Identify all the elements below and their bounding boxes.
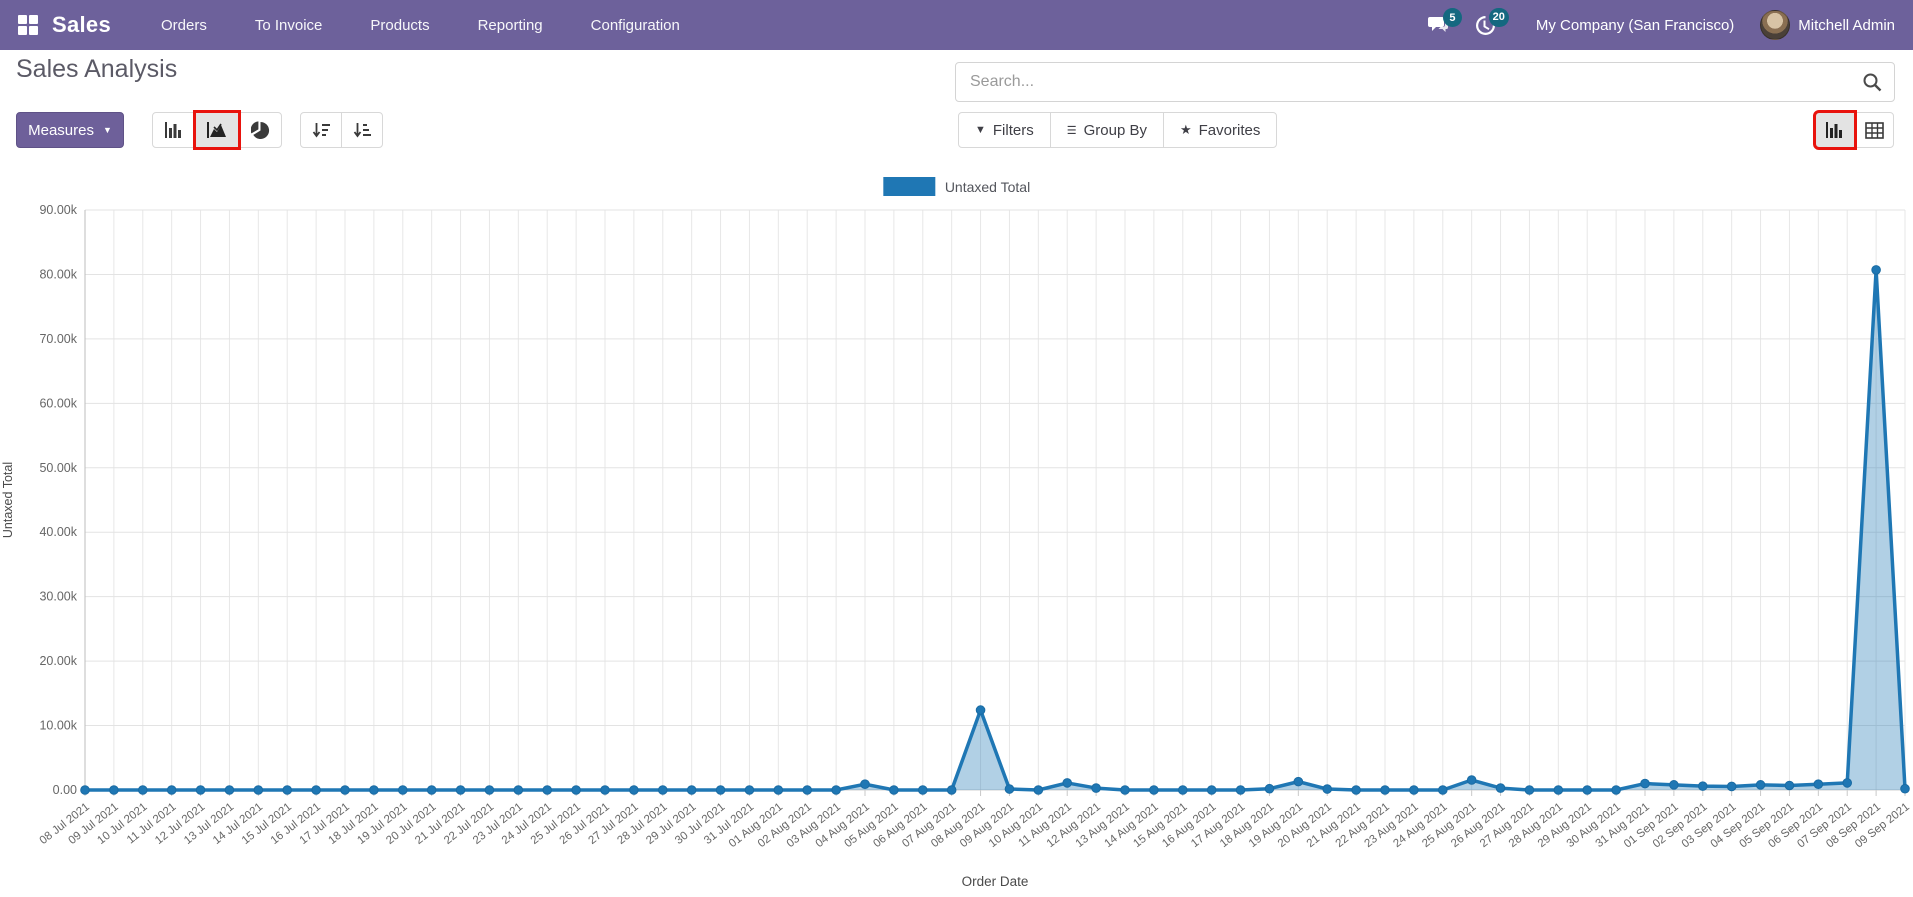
- activities-count-badge: 20: [1488, 7, 1509, 27]
- svg-text:10.00k: 10.00k: [39, 719, 77, 733]
- svg-text:30.00k: 30.00k: [39, 590, 77, 604]
- sort-desc-icon: [312, 122, 330, 137]
- apps-menu-icon[interactable]: [18, 15, 38, 35]
- favorites-button[interactable]: ★ Favorites: [1162, 112, 1278, 148]
- search-bar: [955, 62, 1895, 102]
- pivot-view-button[interactable]: [1854, 112, 1894, 148]
- navbar-right: 5 20 My Company (San Francisco) Mitchell…: [1427, 7, 1913, 40]
- chart-type-group: [152, 110, 282, 150]
- star-icon: ★: [1179, 122, 1192, 137]
- graph-view-icon: [1826, 122, 1842, 138]
- filters-label: Filters: [992, 121, 1034, 139]
- filters-button[interactable]: ▼ Filters: [958, 112, 1051, 148]
- messages-count-badge: 5: [1442, 8, 1462, 27]
- filter-icon: ▼: [975, 124, 986, 136]
- company-switcher[interactable]: My Company (San Francisco): [1536, 17, 1734, 34]
- app-name[interactable]: Sales: [52, 12, 111, 38]
- page-title: Sales Analysis: [16, 55, 178, 83]
- svg-text:20.00k: 20.00k: [39, 654, 77, 668]
- svg-text:0.00: 0.00: [53, 783, 77, 797]
- line-chart-type-button[interactable]: [193, 110, 241, 150]
- menu-products[interactable]: Products: [368, 3, 431, 48]
- user-name: Mitchell Admin: [1798, 16, 1895, 34]
- pie-chart-icon: [250, 120, 269, 139]
- svg-text:60.00k: 60.00k: [39, 396, 77, 410]
- sort-descending-button[interactable]: [300, 112, 342, 148]
- measures-label: Measures: [28, 121, 94, 139]
- sales-analysis-page: Sales Orders To Invoice Products Reporti…: [0, 0, 1913, 897]
- sort-ascending-button[interactable]: [341, 112, 383, 148]
- bar-chart-type-button[interactable]: [152, 112, 196, 148]
- menu-configuration[interactable]: Configuration: [589, 3, 682, 48]
- search-facets-group: ▼ Filters ☰ Group By ★ Favorites: [958, 112, 1278, 148]
- svg-text:40.00k: 40.00k: [39, 525, 77, 539]
- bar-chart-icon: [165, 122, 181, 138]
- area-chart[interactable]: 08 Jul 2021 09 Jul 2021 10 Jul 2021 11 Jul …: [0, 160, 1913, 897]
- top-navbar: Sales Orders To Invoice Products Reporti…: [0, 0, 1913, 50]
- svg-text:Untaxed Total: Untaxed Total: [1, 462, 15, 538]
- user-menu[interactable]: Mitchell Admin: [1760, 10, 1895, 40]
- group-by-button[interactable]: ☰ Group By: [1049, 112, 1164, 148]
- sort-asc-icon: [353, 122, 371, 137]
- menu-orders[interactable]: Orders: [159, 3, 209, 48]
- caret-down-icon: ▼: [102, 125, 112, 135]
- menu-to-invoice[interactable]: To Invoice: [253, 3, 325, 48]
- avatar: [1760, 10, 1791, 40]
- svg-text:90.00k: 90.00k: [39, 203, 77, 217]
- view-switcher-group: [1813, 110, 1894, 150]
- sort-group: [300, 112, 383, 148]
- graph-view-button[interactable]: [1813, 110, 1857, 150]
- measures-button[interactable]: Measures ▼: [16, 112, 124, 148]
- main-menu: Orders To Invoice Products Reporting Con…: [159, 3, 682, 48]
- group-by-icon: ☰: [1066, 124, 1077, 137]
- svg-text:80.00k: 80.00k: [39, 267, 77, 281]
- search-input[interactable]: [956, 73, 1862, 91]
- menu-reporting[interactable]: Reporting: [476, 3, 545, 48]
- svg-text:70.00k: 70.00k: [39, 332, 77, 346]
- search-icon[interactable]: [1862, 72, 1882, 92]
- pie-chart-type-button[interactable]: [238, 112, 282, 148]
- favorites-label: Favorites: [1198, 121, 1261, 139]
- svg-text:50.00k: 50.00k: [39, 461, 77, 475]
- area-chart-icon: [207, 122, 226, 138]
- activities-clock-icon[interactable]: 20: [1475, 7, 1509, 36]
- pivot-view-icon: [1864, 121, 1884, 139]
- messages-icon[interactable]: 5: [1427, 8, 1462, 35]
- svg-text:Order Date: Order Date: [962, 874, 1029, 889]
- group-by-label: Group By: [1083, 121, 1147, 139]
